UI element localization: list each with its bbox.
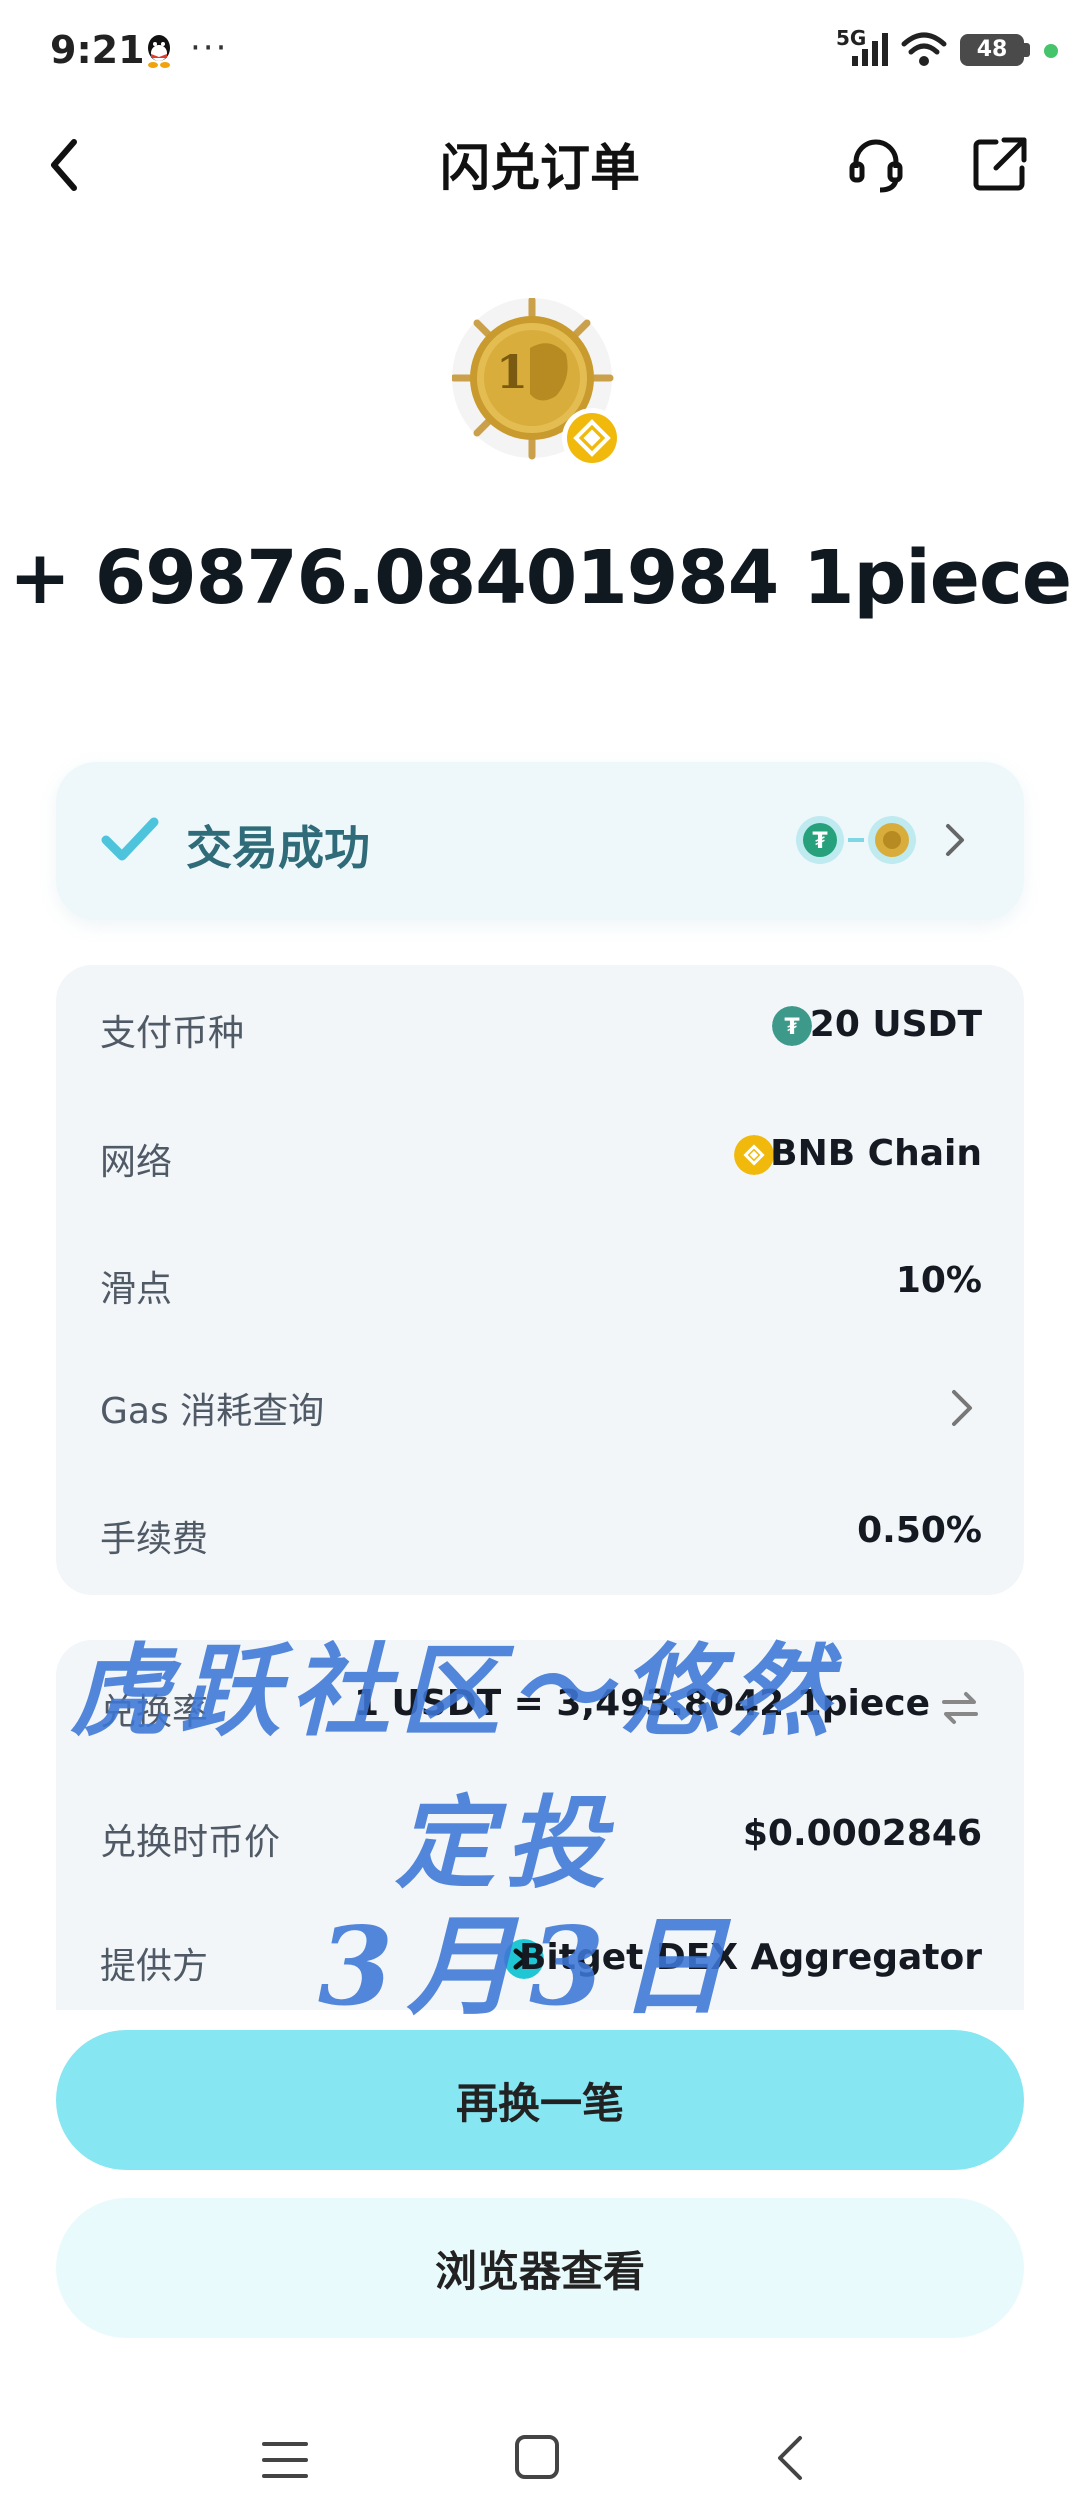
svg-text:1: 1 (496, 345, 528, 399)
check-icon (101, 817, 159, 861)
network-value: BNB Chain (770, 1133, 982, 1174)
pay-currency-label: 支付币种 (100, 1013, 245, 1054)
bnb-icon (734, 1135, 774, 1175)
slippage-value: 10% (895, 1260, 982, 1301)
fee-label: 手续费 (100, 1519, 209, 1560)
price-at-swap-label: 兑换时币价 (100, 1822, 281, 1863)
privacy-indicator-dot (1044, 44, 1058, 58)
chevron-right-icon[interactable] (946, 1386, 976, 1430)
provider-label: 提供方 (100, 1946, 209, 1987)
received-amount: + 69876.08401984 1piece (8, 535, 1072, 621)
home-icon[interactable] (512, 2432, 562, 2482)
swap-again-button[interactable]: 再换一笔 (56, 2030, 1024, 2170)
transaction-status-text: 交易成功 (186, 821, 370, 875)
slippage-label: 滑点 (100, 1269, 173, 1310)
svg-text:₮: ₮ (812, 829, 828, 854)
qq-icon (148, 35, 170, 68)
battery-cap (1024, 43, 1030, 57)
pay-currency-value: 20 USDT (809, 1004, 982, 1045)
nav-back-icon[interactable] (772, 2432, 808, 2484)
status-time: 9:21 (50, 28, 145, 72)
swap-pair-icon[interactable]: ₮ (792, 812, 972, 868)
price-at-swap-value: $0.0002846 (742, 1813, 982, 1854)
page-title: 闪兑订单 (440, 139, 640, 197)
network-label: 网络 (100, 1142, 173, 1183)
share-icon[interactable] (970, 134, 1030, 194)
more-notifications-indicator: ··· (190, 28, 229, 68)
1piece-coin-icon: 1 (452, 298, 622, 468)
view-in-explorer-button[interactable]: 浏览器查看 (56, 2198, 1024, 2338)
swap-icon[interactable] (938, 1688, 982, 1728)
gas-consumption-query-row[interactable]: Gas 消耗查询 (100, 1382, 980, 1432)
order-details-card (56, 965, 1024, 1595)
menu-icon[interactable] (260, 2438, 310, 2482)
usdt-icon: ₮ (772, 1006, 812, 1046)
wifi-icon (901, 32, 947, 66)
headset-icon[interactable] (846, 134, 906, 194)
svg-text:₮: ₮ (784, 1015, 800, 1040)
fee-value: 0.50% (857, 1510, 982, 1551)
watermark-line-3: 3月3日 (318, 1904, 741, 2030)
cellular-signal-icon (852, 33, 888, 66)
battery-level: 48 (976, 37, 1008, 62)
watermark-line-1: 虎跃社区～悠然 (70, 1632, 840, 1750)
